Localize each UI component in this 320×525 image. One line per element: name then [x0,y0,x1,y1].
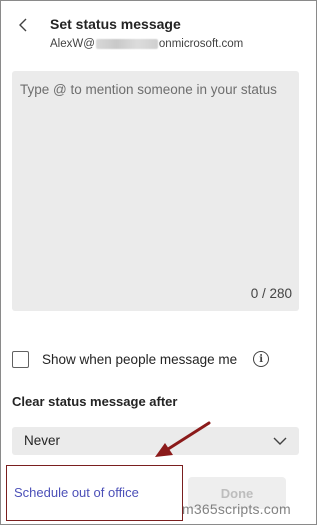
chevron-down-icon [273,437,287,445]
character-counter: 0 / 280 [250,286,292,301]
schedule-out-of-office-link[interactable]: Schedule out of office [14,485,139,500]
panel-title: Set status message [50,16,181,32]
status-message-input[interactable]: Type @ to mention someone in your status… [12,71,299,311]
show-when-row: Show when people message me i [12,349,270,369]
status-message-placeholder: Type @ to mention someone in your status [20,82,277,97]
clear-after-label: Clear status message after [12,394,178,409]
panel-header: Set status message AlexW@ onmicrosoft.co… [1,1,316,63]
redacted-text [95,39,158,49]
show-when-checkbox[interactable] [12,350,29,368]
annotation-arrow [155,421,211,457]
clear-after-value: Never [24,433,61,448]
account-email-prefix: AlexW@ [50,38,95,50]
back-button[interactable] [13,15,33,35]
account-email: AlexW@ onmicrosoft.com [50,38,243,50]
account-email-suffix: onmicrosoft.com [158,38,244,50]
status-message-panel: Set status message AlexW@ onmicrosoft.co… [0,0,317,525]
watermark: m365scripts.com [182,501,291,517]
chevron-left-icon [19,18,27,32]
info-icon[interactable]: i [253,351,270,367]
show-when-label: Show when people message me [42,351,238,367]
